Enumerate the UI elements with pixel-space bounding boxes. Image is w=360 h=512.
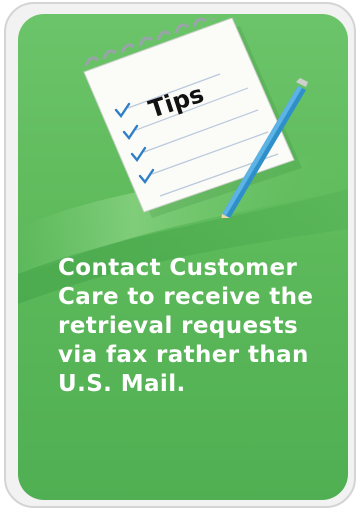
tip-text-line: U.S. Mail. bbox=[58, 371, 186, 397]
tip-text-line: Care to receive the bbox=[58, 284, 314, 310]
tip-text: Contact Customer Care to receive the ret… bbox=[58, 254, 328, 399]
tip-text-line: Contact Customer bbox=[58, 255, 298, 281]
tip-card: Tips Contact Customer Care to receive th… bbox=[18, 14, 348, 500]
notepad-checklist-icon: Tips bbox=[83, 18, 308, 218]
tip-text-line: retrieval requests bbox=[58, 313, 299, 339]
tip-text-line: via fax rather than bbox=[58, 342, 309, 368]
